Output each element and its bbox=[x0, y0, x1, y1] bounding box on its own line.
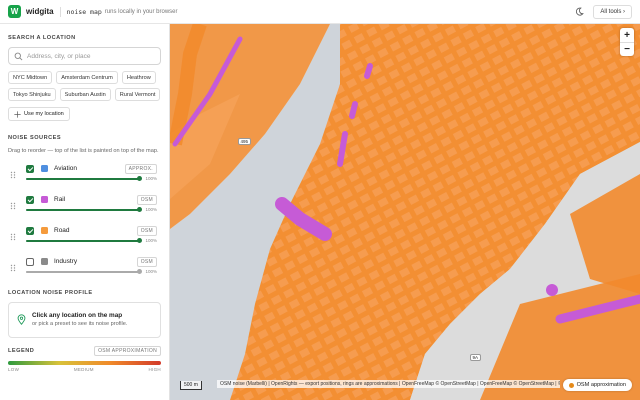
source-checkbox[interactable] bbox=[26, 226, 34, 235]
source-name: Industry bbox=[54, 257, 78, 265]
all-tools-button[interactable]: All tools › bbox=[593, 4, 632, 19]
brand-name[interactable]: widgita bbox=[26, 7, 54, 16]
source-badge: OSM bbox=[136, 194, 157, 205]
source-badge: OSM bbox=[136, 225, 157, 236]
header-actions: All tools › bbox=[573, 4, 632, 19]
profile-section-title: LOCATION NOISE PROFILE bbox=[8, 289, 93, 296]
drag-handle-icon[interactable] bbox=[10, 202, 16, 210]
preset-amsterdam-centrum[interactable]: Amsterdam Centrum bbox=[56, 71, 118, 84]
top-bar: W widgita noise map runs locally in your… bbox=[0, 0, 640, 24]
use-my-location-button[interactable]: Use my location bbox=[8, 107, 70, 121]
source-list: Aviation APPROX. 100% Rail OSM 100% Road… bbox=[8, 163, 161, 287]
zoom-control: + − bbox=[620, 28, 634, 56]
noise-map[interactable]: 495 9A + − 500 m OSM noise (Marbelli) | … bbox=[170, 24, 640, 400]
slider-knob[interactable] bbox=[137, 268, 142, 274]
drag-handle-icon[interactable] bbox=[10, 233, 16, 241]
source-volume-slider[interactable] bbox=[26, 206, 142, 212]
source-volume-slider[interactable] bbox=[26, 175, 142, 181]
source-name: Aviation bbox=[54, 164, 78, 172]
preset-suburban-austin[interactable]: Suburban Austin bbox=[59, 88, 111, 101]
tool-name: noise map bbox=[66, 7, 102, 16]
source-name: Rail bbox=[54, 195, 66, 203]
source-row-rail[interactable]: Rail OSM 100% bbox=[8, 194, 161, 225]
legend-title: LEGEND bbox=[8, 347, 35, 354]
source-badge: OSM bbox=[136, 256, 157, 267]
legend-medium: MEDIUM bbox=[73, 366, 94, 372]
map-pin-icon bbox=[17, 314, 26, 326]
use-my-location-label: Use my location bbox=[24, 111, 64, 117]
legend-low: LOW bbox=[8, 366, 20, 372]
arrow-right-icon: › bbox=[623, 8, 625, 15]
source-color-swatch bbox=[41, 164, 48, 172]
rail-stop bbox=[546, 284, 558, 296]
osm-approximation-badge: OSM approximation bbox=[562, 379, 632, 391]
sources-section-title: NOISE SOURCES bbox=[8, 134, 62, 141]
header-divider bbox=[59, 6, 61, 17]
slider-fill bbox=[26, 177, 140, 180]
source-level: 100% bbox=[145, 206, 157, 212]
route-shield-9a: 9A bbox=[470, 354, 481, 361]
zoom-out-button[interactable]: − bbox=[620, 42, 634, 56]
moon-icon[interactable] bbox=[573, 6, 585, 18]
rail-segment bbox=[364, 63, 373, 79]
slider-knob[interactable] bbox=[137, 175, 142, 181]
legend-high: HIGH bbox=[148, 366, 161, 372]
drag-handle-icon[interactable] bbox=[10, 171, 16, 179]
preset-list: NYC Midtown Amsterdam Centrum Heathrow T… bbox=[8, 71, 161, 101]
rail-segment bbox=[349, 101, 358, 119]
slider-fill bbox=[26, 239, 140, 242]
search-icon bbox=[14, 52, 23, 60]
route-shield-495: 495 bbox=[238, 138, 251, 145]
profile-title: Click any location on the map bbox=[32, 312, 123, 320]
search-box[interactable] bbox=[8, 47, 161, 65]
legend-labels: LOW MEDIUM HIGH bbox=[8, 367, 161, 372]
source-color-swatch bbox=[41, 195, 48, 203]
slider-knob[interactable] bbox=[137, 237, 142, 243]
all-tools-label: All tools bbox=[600, 8, 622, 15]
search-section-title: SEARCH A LOCATION bbox=[8, 35, 76, 41]
slider-fill bbox=[26, 270, 140, 273]
osm-approximation-label: OSM approximation bbox=[576, 382, 626, 388]
source-row-road[interactable]: Road OSM 100% bbox=[8, 225, 161, 256]
source-row-aviation[interactable]: Aviation APPROX. 100% bbox=[8, 163, 161, 194]
location-profile-card: Click any location on the map or pick a … bbox=[8, 301, 161, 338]
search-input[interactable] bbox=[27, 52, 147, 60]
legend-header: LEGEND OSM APPROXIMATION bbox=[8, 345, 161, 356]
tool-tagline: runs locally in your browser bbox=[104, 8, 178, 15]
source-level: 100% bbox=[145, 268, 157, 274]
source-checkbox[interactable] bbox=[26, 195, 34, 204]
preset-heathrow[interactable]: Heathrow bbox=[121, 71, 156, 84]
profile-subtitle: or pick a preset to see its noise profil… bbox=[32, 321, 128, 328]
source-color-swatch bbox=[41, 226, 48, 234]
status-dot-icon bbox=[568, 382, 574, 388]
source-row-industry[interactable]: Industry OSM 100% bbox=[8, 256, 161, 287]
source-name: Road bbox=[54, 226, 70, 234]
slider-fill bbox=[26, 208, 140, 211]
source-color-swatch bbox=[41, 257, 48, 265]
slider-knob[interactable] bbox=[137, 206, 142, 212]
source-level: 100% bbox=[145, 175, 157, 181]
legend-gradient bbox=[8, 360, 161, 365]
drag-handle-icon[interactable] bbox=[10, 264, 16, 272]
crosshair-icon bbox=[14, 110, 21, 118]
source-badge: APPROX. bbox=[124, 163, 157, 174]
map-attribution[interactable]: OSM noise (Marbelli) | OpenRights — expo… bbox=[217, 380, 560, 388]
scale-bar: 500 m bbox=[180, 381, 202, 390]
sidebar: SEARCH A LOCATION NYC Midtown Amsterdam … bbox=[0, 24, 170, 400]
preset-nyc-midtown[interactable]: NYC Midtown bbox=[8, 71, 53, 84]
source-volume-slider[interactable] bbox=[26, 237, 142, 243]
widgita-logo[interactable]: W bbox=[8, 5, 21, 18]
preset-rural-vermont[interactable]: Rural Vermont bbox=[114, 88, 161, 101]
map-canvas[interactable] bbox=[170, 24, 640, 400]
zoom-in-button[interactable]: + bbox=[620, 28, 634, 42]
source-checkbox[interactable] bbox=[26, 164, 34, 173]
preset-tokyo-shinjuku[interactable]: Tokyo Shinjuku bbox=[8, 88, 56, 101]
source-level: 100% bbox=[145, 237, 157, 243]
legend-badge: OSM APPROXIMATION bbox=[94, 345, 161, 356]
sources-hint: Drag to reorder — top of the list is pai… bbox=[8, 147, 159, 154]
source-volume-slider[interactable] bbox=[26, 268, 142, 274]
source-checkbox[interactable] bbox=[26, 257, 34, 266]
